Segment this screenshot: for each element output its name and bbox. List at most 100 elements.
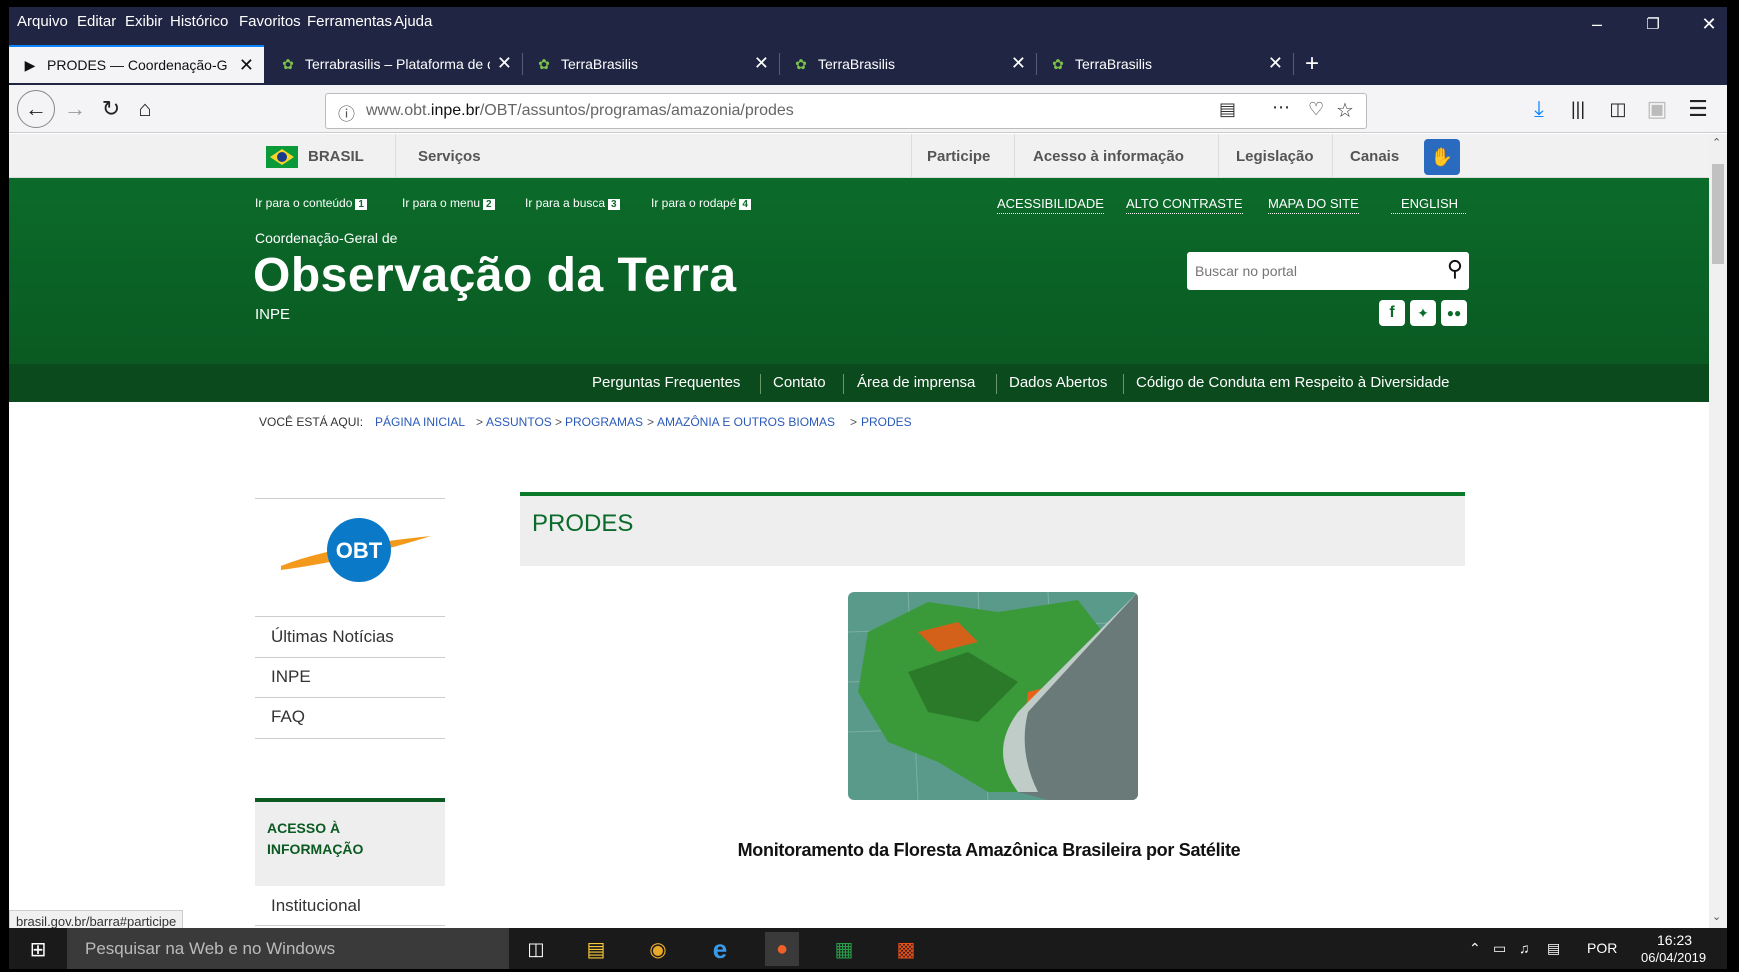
gov-acesso-link[interactable]: Acesso à informação	[1033, 148, 1184, 165]
gov-servicos-link[interactable]: Serviços	[418, 148, 481, 165]
menu-ferramentas[interactable]: Ferramentas	[307, 13, 392, 30]
subnav-dados-abertos[interactable]: Dados Abertos	[1009, 374, 1107, 391]
subnav-codigo-conduta[interactable]: Código de Conduta em Respeito à Diversid…	[1136, 374, 1450, 391]
new-tab-icon[interactable]: +	[1297, 45, 1337, 83]
site-title[interactable]: Observação da Terra	[253, 248, 737, 303]
menu-editar[interactable]: Editar	[77, 13, 116, 30]
close-window-icon[interactable]: ✕	[1681, 7, 1727, 41]
acessibilidade-link[interactable]: ACESSIBILIDADE	[997, 196, 1104, 214]
menu-exibir[interactable]: Exibir	[125, 13, 163, 30]
bookmark-star-icon[interactable]: ☆	[1336, 98, 1354, 123]
search-input[interactable]	[1195, 260, 1425, 282]
gov-participe-link[interactable]: Participe	[927, 148, 990, 165]
breadcrumb-programas[interactable]: PROGRAMAS	[565, 415, 643, 429]
scrollbar-thumb[interactable]	[1712, 164, 1724, 264]
reload-icon[interactable]: ↻	[97, 95, 125, 123]
alto-contraste-link[interactable]: ALTO CONTRASTE	[1126, 196, 1243, 214]
portal-search: ⚲	[1187, 252, 1469, 290]
tab-terrabrasilis-1[interactable]: ✿ TerraBrasilis ✕	[523, 45, 779, 83]
hamburger-menu-icon[interactable]: ☰	[1684, 95, 1712, 123]
obt-logo[interactable]: OBT	[271, 506, 441, 596]
divider	[255, 657, 445, 658]
extension-icon[interactable]: ▣	[1643, 95, 1671, 123]
clock-date[interactable]: 06/04/2019	[1641, 950, 1706, 965]
reader-view-icon[interactable]: ▤	[1219, 99, 1236, 120]
restore-icon[interactable]: ❐	[1625, 7, 1681, 41]
file-explorer-icon[interactable]: ▤	[579, 932, 613, 966]
windows-start-icon[interactable]: ⊞	[21, 932, 55, 966]
skip-to-search-link[interactable]: Ir para a busca 3	[525, 196, 620, 210]
sidebar-icon[interactable]: ◫	[1604, 95, 1632, 123]
scrollbar[interactable]: ⌃ ⌄	[1709, 134, 1727, 928]
close-tab-icon[interactable]: ✕	[239, 55, 254, 76]
twitter-icon[interactable]: ✦	[1410, 300, 1436, 326]
close-tab-icon[interactable]: ✕	[754, 53, 769, 74]
sidebar-item-inpe[interactable]: INPE	[271, 667, 311, 687]
favicon-icon: ✿	[1052, 55, 1064, 72]
back-icon[interactable]: ←	[17, 90, 55, 128]
info-icon[interactable]: ⓘ	[338, 100, 355, 125]
chrome-icon[interactable]: ◉	[641, 932, 675, 966]
menu-arquivo[interactable]: Arquivo	[17, 13, 68, 30]
skip-to-menu-link[interactable]: Ir para o menu 2	[402, 196, 495, 210]
menu-ajuda[interactable]: Ajuda	[394, 13, 432, 30]
notifications-icon[interactable]: ▤	[1547, 940, 1560, 957]
tray-chevron-icon[interactable]: ⌃	[1469, 940, 1481, 957]
tab-terrabrasilis-2[interactable]: ✿ TerraBrasilis ✕	[780, 45, 1036, 83]
breadcrumb-assuntos[interactable]: ASSUNTOS	[486, 415, 552, 429]
tab-prodes[interactable]: ▶ PRODES — Coordenação-Geral de Observaç…	[9, 45, 264, 83]
gov-brasil-link[interactable]: BRASIL	[308, 148, 364, 165]
pocket-icon[interactable]: ♡	[1308, 99, 1324, 120]
minimize-icon[interactable]: –	[1569, 7, 1625, 41]
breadcrumb-amazonia[interactable]: AMAZÔNIA E OUTROS BIOMAS	[657, 415, 835, 429]
sidebar-item-institucional[interactable]: Institucional	[271, 896, 361, 916]
firefox-icon[interactable]: ●	[765, 932, 799, 966]
skip-to-content-link[interactable]: Ir para o conteúdo 1	[255, 196, 367, 210]
forward-icon[interactable]: →	[61, 95, 89, 123]
downloads-icon[interactable]: ⤓	[1525, 95, 1553, 123]
subnav-contato[interactable]: Contato	[773, 374, 826, 391]
tab-terrabrasilis-platform[interactable]: ✿ Terrabrasilis – Plataforma de dados ✕	[267, 45, 522, 83]
tab-terrabrasilis-3[interactable]: ✿ TerraBrasilis ✕	[1037, 45, 1293, 83]
url-text[interactable]: www.obt.inpe.br/OBT/assuntos/programas/a…	[366, 102, 794, 120]
volume-icon[interactable]: ♫	[1519, 940, 1530, 956]
task-view-icon[interactable]: ◫	[519, 932, 553, 966]
excel-icon[interactable]: ▦	[827, 932, 861, 966]
scroll-up-icon[interactable]: ⌃	[1712, 136, 1721, 149]
clock-time[interactable]: 16:23	[1657, 932, 1692, 948]
language-indicator[interactable]: POR	[1587, 940, 1617, 956]
gov-bar: BRASIL Serviços Participe Acesso à infor…	[9, 134, 1709, 178]
gov-legislacao-link[interactable]: Legislação	[1236, 148, 1314, 165]
url-bar[interactable]: ⓘ www.obt.inpe.br/OBT/assuntos/programas…	[325, 93, 1367, 129]
menu-historico[interactable]: Histórico	[170, 13, 228, 30]
sidebar-item-ultimas-noticias[interactable]: Últimas Notícias	[271, 627, 394, 647]
subnav-imprensa[interactable]: Área de imprensa	[857, 374, 975, 391]
flickr-icon[interactable]: ●●	[1441, 300, 1467, 326]
close-tab-icon[interactable]: ✕	[1011, 53, 1026, 74]
gov-canais-link[interactable]: Canais	[1350, 148, 1399, 165]
facebook-icon[interactable]: f	[1379, 300, 1405, 326]
accessibility-hand-icon[interactable]: ✋	[1424, 139, 1460, 175]
breadcrumb-prodes[interactable]: PRODES	[861, 415, 912, 429]
divider	[1014, 134, 1015, 178]
english-link[interactable]: ENGLISH	[1391, 196, 1467, 214]
breadcrumb-home[interactable]: PÁGINA INICIAL	[375, 415, 465, 429]
page-actions-icon[interactable]: ⋯	[1272, 97, 1290, 118]
subnav-perguntas[interactable]: Perguntas Frequentes	[592, 374, 740, 391]
divider	[395, 134, 396, 178]
library-icon[interactable]: |||	[1564, 95, 1592, 123]
taskbar-search[interactable]: Pesquisar na Web e no Windows	[67, 928, 509, 969]
close-tab-icon[interactable]: ✕	[497, 53, 512, 74]
mapa-do-site-link[interactable]: MAPA DO SITE	[1268, 196, 1359, 214]
powerpoint-icon[interactable]: ▩	[889, 932, 923, 966]
battery-icon[interactable]: ▭	[1493, 940, 1506, 957]
sidebar-item-faq[interactable]: FAQ	[271, 707, 305, 727]
home-icon[interactable]: ⌂	[131, 95, 159, 123]
skip-to-footer-link[interactable]: Ir para o rodapé 4	[651, 196, 751, 210]
prodes-map-image	[848, 592, 1138, 800]
close-tab-icon[interactable]: ✕	[1268, 53, 1283, 74]
menu-favoritos[interactable]: Favoritos	[239, 13, 301, 30]
scroll-down-icon[interactable]: ⌄	[1712, 910, 1721, 923]
search-icon[interactable]: ⚲	[1447, 256, 1463, 282]
internet-explorer-icon[interactable]: e	[703, 932, 737, 966]
